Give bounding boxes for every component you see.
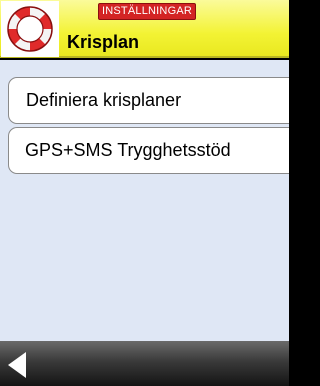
header-bar: INSTÄLLNINGAR Krisplan	[0, 0, 289, 58]
footer-bar	[0, 341, 289, 386]
section-badge: INSTÄLLNINGAR	[98, 3, 197, 20]
app-screen: INSTÄLLNINGAR Krisplan Definiera krispla…	[0, 0, 289, 386]
menu-item-define-crisis-plans[interactable]: Definiera krisplaner	[8, 77, 289, 124]
lifebuoy-icon	[1, 1, 59, 57]
back-arrow-icon	[8, 352, 26, 378]
back-button[interactable]	[0, 341, 60, 386]
page-title: Krisplan	[67, 32, 140, 52]
menu-item-gps-sms-safety-support[interactable]: GPS+SMS Trygghetsstöd	[8, 127, 289, 174]
menu-list: Definiera krisplaner GPS+SMS Trygghetsst…	[0, 60, 289, 341]
